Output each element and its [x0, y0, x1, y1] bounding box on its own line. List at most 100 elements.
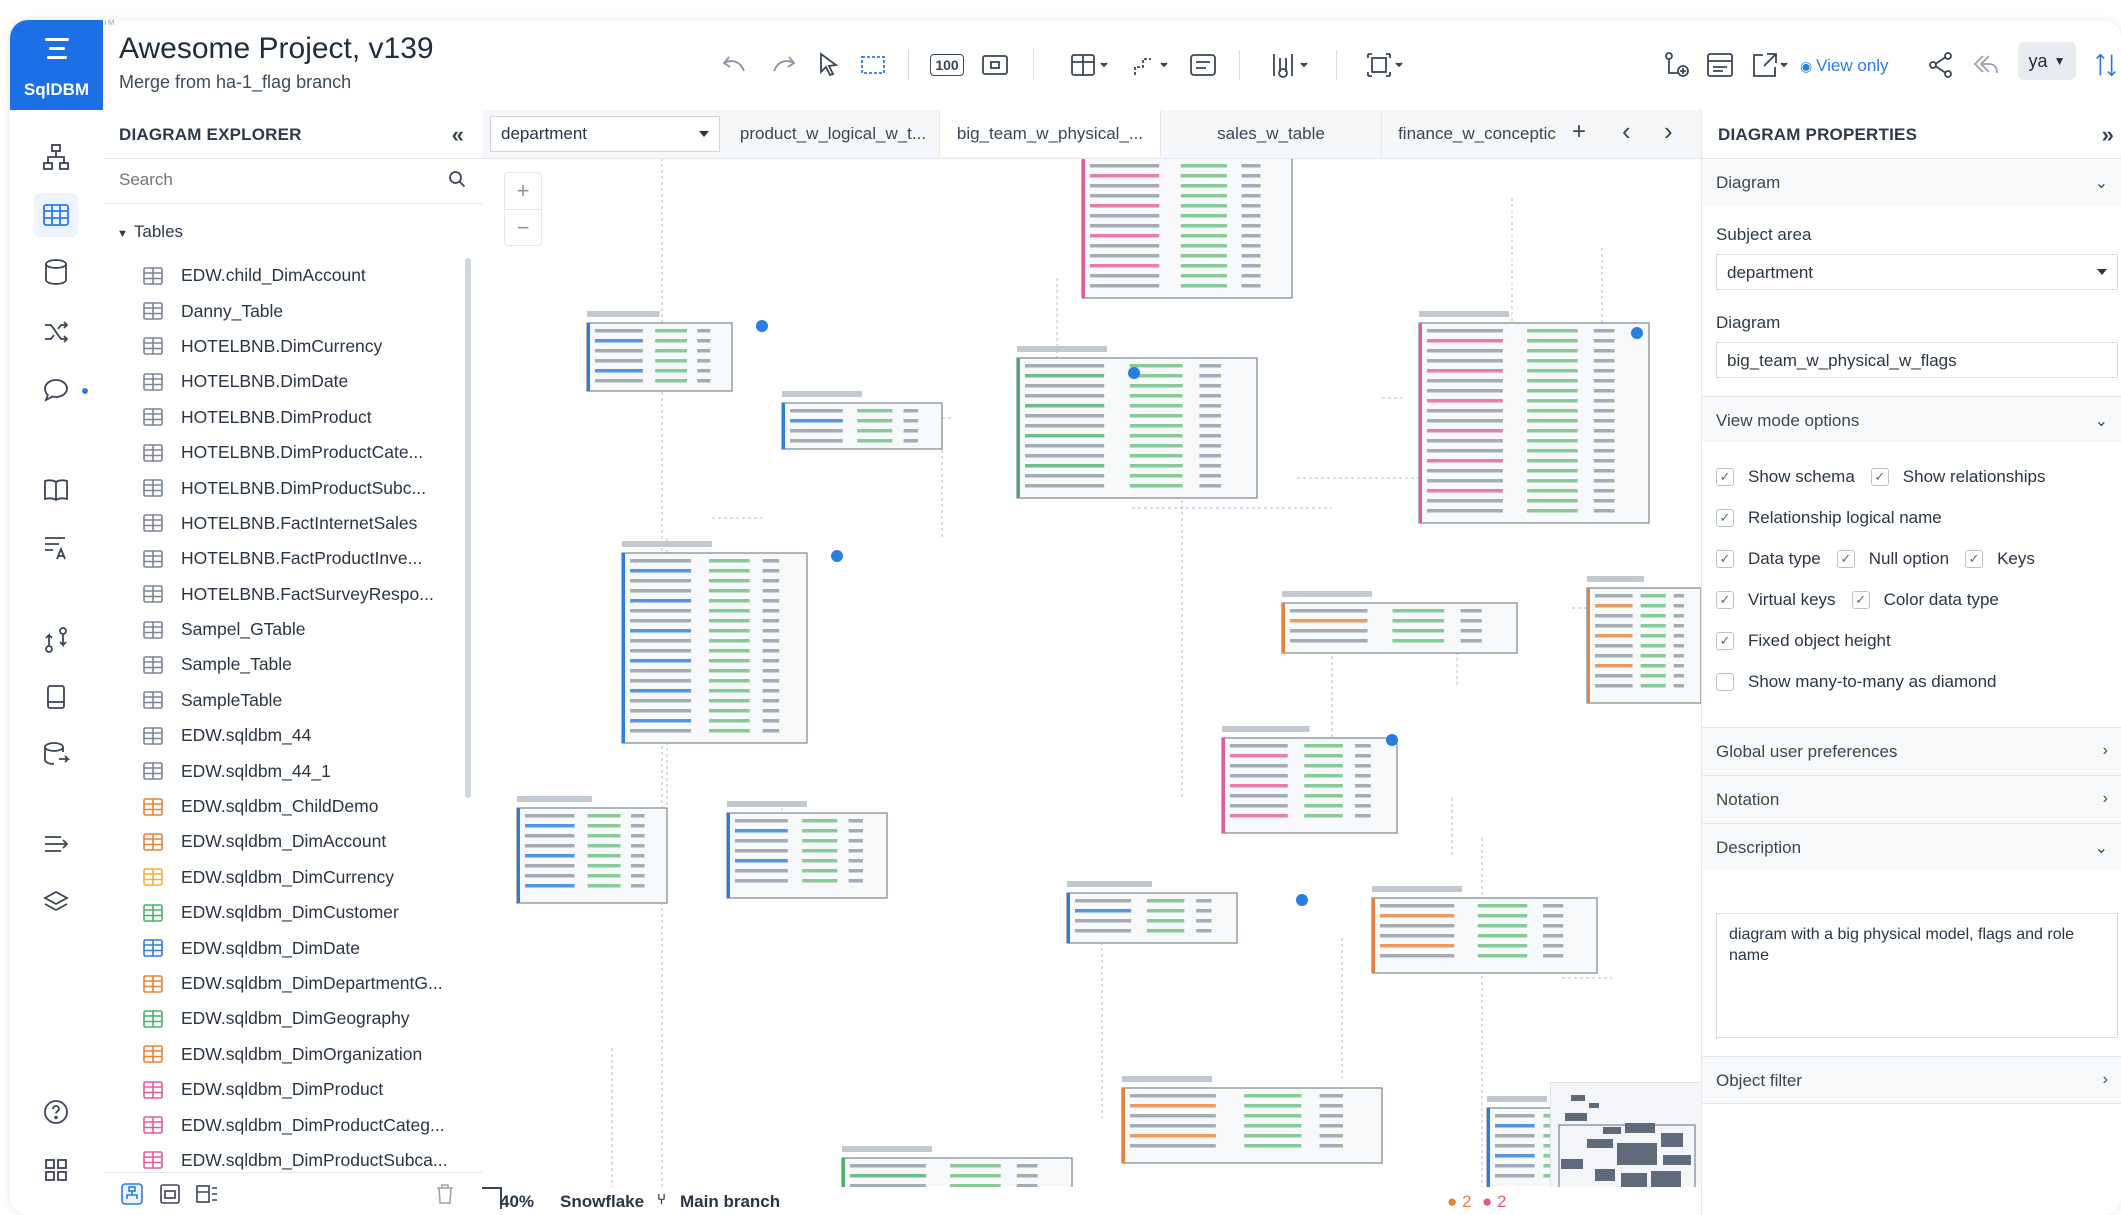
list-scrollbar[interactable]	[465, 258, 471, 798]
user-menu-button[interactable]: ya ▼	[2018, 42, 2076, 80]
shuffle-icon[interactable]	[34, 310, 78, 354]
document-icon[interactable]	[34, 675, 78, 719]
database-export-icon[interactable]	[34, 732, 78, 776]
notation-section[interactable]: Notation ›	[1702, 775, 2121, 823]
sort-icon[interactable]	[2091, 45, 2121, 85]
table-list-item[interactable]: HOTELBNB.DimDate	[103, 364, 463, 399]
comment-marker-icon[interactable]	[1386, 734, 1398, 746]
object-filter-section[interactable]: Object filter ›	[1702, 1056, 2121, 1104]
entity-table[interactable]	[1371, 886, 1598, 974]
diagram-canvas[interactable]: department product_w_logical_w_t... big_…	[482, 110, 1701, 1215]
description-textarea[interactable]: diagram with a big physical model, flags…	[1716, 913, 2118, 1038]
comment-marker-icon[interactable]	[756, 320, 768, 332]
table-list-item[interactable]: Sample_Table	[103, 647, 463, 682]
table-list-item[interactable]: HOTELBNB.FactProductInve...	[103, 541, 463, 576]
diagram-section-header[interactable]: Diagram ⌄	[1702, 158, 2121, 206]
relationship-logical-name-checkbox[interactable]: ✓	[1716, 509, 1734, 527]
tabs-next-button[interactable]: ›	[1664, 116, 1673, 147]
keys-checkbox[interactable]: ✓	[1965, 550, 1984, 568]
entity-table[interactable]	[516, 796, 668, 904]
fixed-object-height-checkbox[interactable]: ✓	[1716, 632, 1734, 650]
fit-screen-icon[interactable]	[975, 45, 1015, 85]
entity-table[interactable]	[1281, 591, 1518, 654]
comment-marker-icon[interactable]	[831, 550, 843, 562]
table-list-item[interactable]: EDW.sqldbm_ChildDemo	[103, 789, 463, 824]
properties-panel-icon[interactable]	[1700, 45, 1740, 85]
marquee-select-icon[interactable]	[853, 45, 893, 85]
table-grid-icon[interactable]	[34, 193, 78, 237]
table-list-item[interactable]: Danny_Table	[103, 293, 463, 328]
entity-table[interactable]	[726, 801, 888, 899]
virtual-keys-checkbox[interactable]: ✓	[1716, 591, 1734, 609]
color-data-type-checkbox[interactable]: ✓	[1851, 591, 1870, 609]
entity-table[interactable]	[781, 391, 943, 450]
many-to-many-diamond-checkbox[interactable]	[1716, 673, 1734, 691]
description-section-header[interactable]: Description ⌄	[1702, 823, 2121, 871]
null-option-checkbox[interactable]: ✓	[1836, 550, 1855, 568]
add-tab-button[interactable]: +	[1572, 118, 1586, 146]
collapse-panel-button[interactable]: «	[452, 122, 464, 148]
entity-table[interactable]	[1081, 158, 1293, 299]
apps-grid-icon[interactable]	[34, 1148, 78, 1192]
entity-table[interactable]	[841, 1146, 1073, 1188]
table-list-item[interactable]: EDW.sqldbm_DimOrganization	[103, 1037, 463, 1072]
share-icon[interactable]	[1921, 45, 1961, 85]
undo-icon[interactable]	[715, 45, 755, 85]
compare-icon[interactable]	[34, 618, 78, 662]
table-list-item[interactable]: EDW.sqldbm_DimProduct	[103, 1072, 463, 1107]
help-icon[interactable]	[34, 1090, 78, 1134]
tab-finance[interactable]: finance_w_conceptic	[1382, 110, 1572, 157]
entity-table[interactable]	[621, 541, 808, 744]
search-input[interactable]	[117, 169, 421, 191]
tree-view-icon[interactable]	[121, 1183, 143, 1205]
layout-view-icon[interactable]	[195, 1183, 219, 1205]
tab-big-team[interactable]: big_team_w_physical_...	[940, 110, 1161, 157]
diagram-name-field[interactable]: big_team_w_physical_w_flags	[1716, 342, 2118, 378]
pointer-icon[interactable]	[808, 45, 848, 85]
diagram-hierarchy-icon[interactable]	[34, 135, 78, 179]
layers-icon[interactable]	[34, 880, 78, 924]
app-logo-button[interactable]: SqlDBM	[10, 20, 103, 110]
table-list-item[interactable]: EDW.sqldbm_DimProductCateg...	[103, 1107, 463, 1142]
table-list-item[interactable]: EDW.sqldbm_DimDate	[103, 930, 463, 965]
text-format-icon[interactable]	[34, 525, 78, 569]
database-icon[interactable]	[34, 250, 78, 294]
subject-area-select[interactable]: department	[490, 116, 720, 152]
table-list-item[interactable]: EDW.sqldbm_DimDepartmentG...	[103, 966, 463, 1001]
expand-panel-button[interactable]: »	[2102, 122, 2114, 148]
reply-icon[interactable]	[1966, 45, 2006, 85]
auto-layout-dropdown-icon[interactable]	[1358, 45, 1414, 85]
note-icon[interactable]	[1183, 45, 1223, 85]
table-list-item[interactable]: EDW.child_DimAccount	[103, 258, 463, 293]
align-dropdown-icon[interactable]	[1263, 45, 1319, 85]
zoom-100-button[interactable]: 100	[927, 45, 967, 85]
sheet-view-icon[interactable]	[159, 1183, 181, 1205]
comment-marker-icon[interactable]	[1128, 367, 1140, 379]
tables-group-toggle[interactable]: ▼ Tables	[117, 222, 183, 242]
table-list-item[interactable]: SampleTable	[103, 683, 463, 718]
branch-name[interactable]: Main branch	[680, 1192, 780, 1212]
entity-table[interactable]	[1121, 1076, 1383, 1164]
forward-engineer-icon[interactable]	[34, 822, 78, 866]
erd-diagram[interactable]	[482, 158, 1701, 1188]
entity-table[interactable]	[586, 311, 733, 392]
table-list-item[interactable]: HOTELBNB.FactInternetSales	[103, 506, 463, 541]
search-icon[interactable]	[448, 170, 466, 188]
relationship-dropdown-icon[interactable]	[1123, 45, 1179, 85]
table-list-item[interactable]: EDW.sqldbm_44	[103, 718, 463, 753]
entity-table[interactable]	[1221, 726, 1398, 834]
table-list-item[interactable]: EDW.sqldbm_DimCustomer	[103, 895, 463, 930]
tab-product[interactable]: product_w_logical_w_t...	[727, 110, 940, 157]
show-schema-checkbox[interactable]: ✓	[1716, 468, 1734, 486]
subject-area-dropdown[interactable]: department	[1716, 254, 2118, 290]
entity-table[interactable]	[1586, 576, 1701, 704]
table-list-item[interactable]: EDW.sqldbm_DimAccount	[103, 824, 463, 859]
export-dropdown-icon[interactable]	[1743, 45, 1799, 85]
entity-table[interactable]	[1418, 311, 1650, 524]
redo-icon[interactable]	[763, 45, 803, 85]
tab-sales[interactable]: sales_w_table	[1161, 110, 1382, 157]
trash-icon[interactable]	[435, 1183, 455, 1205]
table-list-item[interactable]: EDW.sqldbm_44_1	[103, 753, 463, 788]
view-mode-section-header[interactable]: View mode options ⌄	[1702, 396, 2121, 444]
zoom-out-button[interactable]: −	[505, 210, 541, 246]
